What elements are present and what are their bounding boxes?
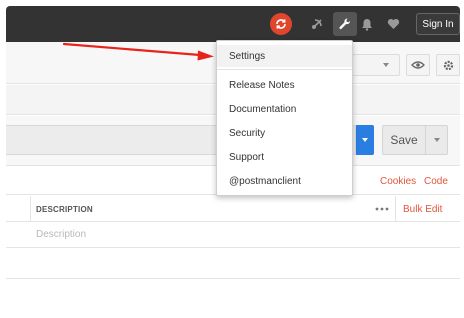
app-window: Sign In Save Cookies Code DESCRIPTION Bu… — [0, 0, 464, 318]
annotation-arrow — [62, 42, 214, 61]
